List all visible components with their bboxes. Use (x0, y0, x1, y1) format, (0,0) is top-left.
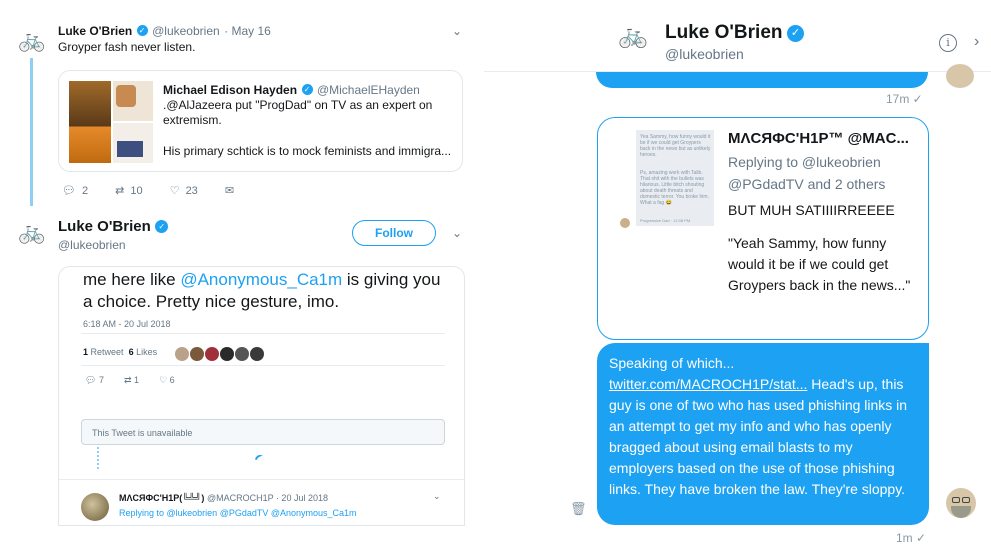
card-replying-to: Replying to @lukeobrien @PGdadTV and 2 o… (728, 154, 886, 192)
likers-avatars (175, 345, 265, 363)
embedded-text: me here like @Anonymous_Ca1m is giving y… (83, 270, 441, 311)
quoted-tweet-image[interactable] (69, 81, 153, 163)
chevron-down-icon: ⌄ (433, 491, 441, 501)
reply-icon: 💬︎ (62, 185, 76, 197)
thread-dots (97, 447, 99, 469)
retweet-icon: ⇄ (115, 185, 125, 197)
embedded-actions: 💬︎ 7 ⇄ 1 ♡ 6 (85, 375, 175, 385)
author-handle[interactable]: @lukeobrien (58, 238, 126, 252)
dm-header: 🚲 Luke O'Brien ✓ @lukeobrien i › (484, 0, 991, 72)
verified-icon: ✓ (786, 25, 804, 43)
message-intro: Speaking of which... (609, 355, 735, 371)
quoted-author-handle: @MichaelEHayden (316, 83, 420, 97)
shared-tweet-image: Yea Sammy, how funny would it be if we c… (620, 130, 714, 230)
message-timestamp: 1m ✓ (896, 531, 927, 545)
tweet-feed: 🚲 Luke O'Brien ✓ @lukeobrien · May 16 ⌄ … (0, 0, 484, 560)
avatar (946, 64, 974, 88)
author-name[interactable]: Luke O'Brien (58, 24, 132, 38)
reply-replying-to: Replying to @lukeobrien @PGdadTV @Anonym… (119, 508, 357, 518)
retweet-action[interactable]: ⇄ 10 (115, 184, 142, 197)
heart-icon: ♡ (159, 375, 168, 385)
tweet-screenshot-image: me here like @Anonymous_Ca1m is giving y… (58, 266, 465, 526)
tweet-date[interactable]: · May 16 (224, 24, 271, 38)
thread-line (30, 58, 33, 206)
quoted-text: .@AlJazeera put "ProgDad" on TV as an ex… (163, 98, 433, 127)
reply-header: MΛCЯФC'H1P(╚╩╝) @MACROCH1P · 20 Jul 2018 (119, 493, 328, 503)
bicycle-avatar-icon[interactable]: 🚲 (618, 22, 648, 50)
tweet-actions: 💬︎ 2 ⇄ 10 ♡ 23 ✉ (62, 184, 258, 197)
info-icon[interactable]: i (939, 34, 957, 52)
reply-action[interactable]: 💬︎ 2 (62, 184, 88, 197)
verified-icon: ✓ (136, 25, 148, 37)
retweet-icon: ⇄ (123, 375, 132, 385)
shared-tweet-card[interactable]: Yea Sammy, how funny would it be if we c… (597, 117, 929, 340)
quoted-text-more: His primary schtick is to mock feminists… (163, 144, 452, 158)
chevron-down-icon[interactable]: ⌄ (452, 226, 462, 240)
tweet-unavailable-notice: This Tweet is unavailable (81, 419, 445, 445)
loading-spinner-icon (252, 452, 268, 468)
previous-message-bubble[interactable] (596, 72, 928, 88)
quoted-author-name: Michael Edison Hayden (163, 83, 298, 97)
mail-icon[interactable]: ✉ (225, 184, 234, 197)
message-link[interactable]: twitter.com/MACROCH1P/stat... (609, 376, 807, 392)
message-bubble[interactable]: Speaking of which... twitter.com/MACROCH… (597, 343, 929, 525)
reply-icon: 💬︎ (85, 375, 97, 385)
embedded-stats: 1 Retweet 6 Likes (83, 347, 158, 357)
author-name[interactable]: Luke O'Brien (58, 218, 151, 235)
bicycle-avatar-icon[interactable]: 🚲 (18, 26, 46, 54)
message-timestamp: 17m ✓ (886, 92, 923, 106)
follow-button[interactable]: Follow (352, 220, 436, 246)
avatar (946, 488, 976, 518)
embedded-timestamp: 6:18 AM - 20 Jul 2018 (83, 319, 171, 329)
card-quote: "Yeah Sammy, how funny would it be if we… (728, 235, 911, 293)
dm-conversation: 🚲 Luke O'Brien ✓ @lukeobrien i › 17m ✓ Y… (484, 0, 991, 560)
chevron-down-icon[interactable]: ⌄ (452, 24, 462, 38)
like-action[interactable]: ♡ 23 (170, 184, 198, 197)
chevron-right-icon[interactable]: › (974, 33, 979, 51)
trash-icon[interactable]: 🗑︎ (570, 501, 587, 517)
card-author: MΛCЯФC'H1P™ @MAC... (728, 130, 909, 147)
reply-avatar (81, 493, 109, 521)
dm-contact-handle[interactable]: @lukeobrien (665, 46, 744, 62)
dm-contact-name[interactable]: Luke O'Brien (665, 22, 783, 43)
verified-icon: ✓ (155, 220, 169, 234)
message-body: Head's up, this guy is one of two who ha… (609, 376, 908, 497)
heart-icon: ♡ (169, 185, 180, 197)
quoted-tweet[interactable]: Michael Edison Hayden ✓ @MichaelEHayden … (58, 70, 463, 172)
verified-icon: ✓ (301, 84, 313, 96)
tweet-text: Groyper fash never listen. (58, 40, 196, 54)
bicycle-avatar-icon[interactable]: 🚲 (18, 218, 46, 246)
author-handle[interactable]: @lukeobrien (152, 24, 220, 38)
card-text: BUT MUH SATIIIIRREEEE (728, 202, 895, 218)
